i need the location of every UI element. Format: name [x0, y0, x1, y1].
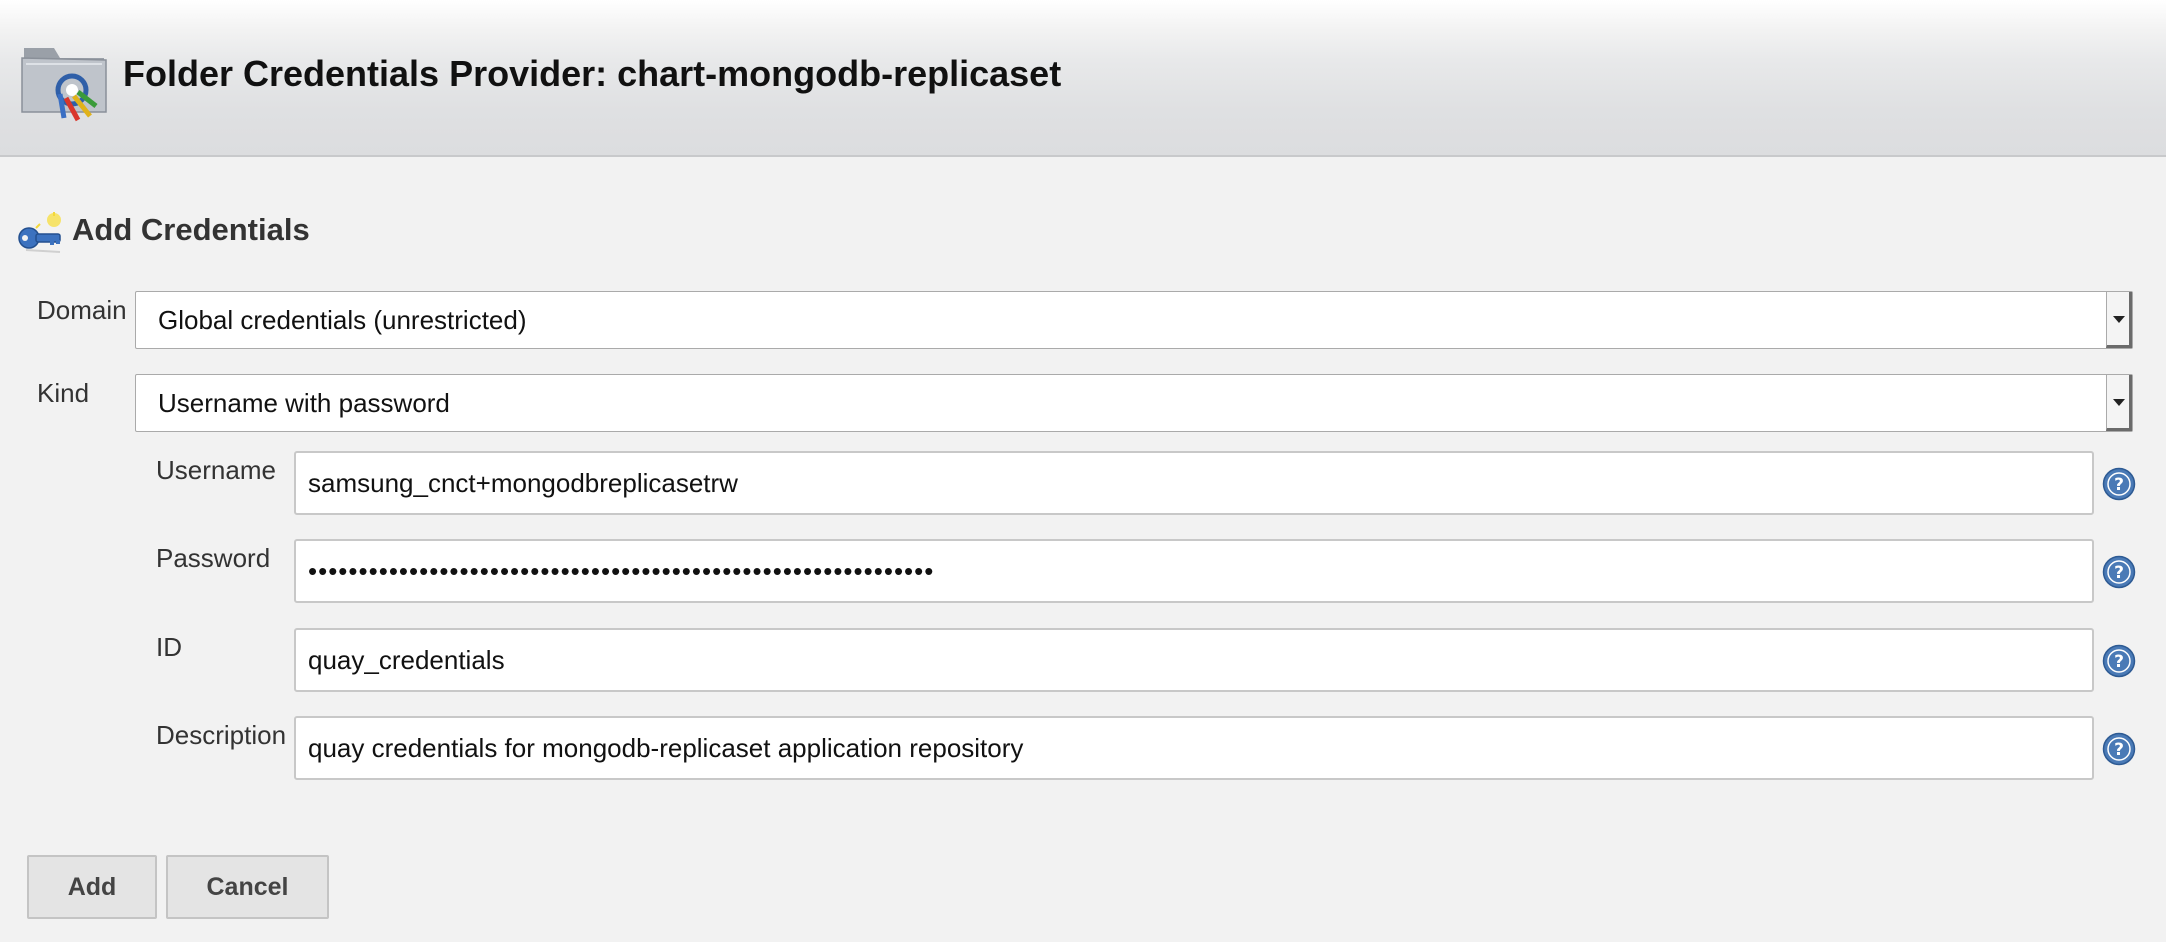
key-icon — [18, 212, 61, 253]
add-button[interactable]: Add — [27, 855, 157, 919]
description-input[interactable] — [294, 716, 2094, 780]
svg-text:?: ? — [2114, 475, 2124, 495]
chevron-down-icon[interactable] — [2106, 375, 2132, 431]
svg-text:?: ? — [2114, 652, 2124, 672]
page-title: Folder Credentials Provider: chart-mongo… — [123, 53, 1062, 94]
folder-credentials-icon — [21, 48, 107, 122]
help-icon[interactable]: ? — [2102, 555, 2136, 589]
svg-text:?: ? — [2114, 563, 2124, 583]
domain-select[interactable]: Global credentials (unrestricted) — [135, 291, 2133, 349]
cancel-button[interactable]: Cancel — [166, 855, 329, 919]
section-title: Add Credentials — [72, 212, 310, 247]
chevron-down-icon[interactable] — [2106, 292, 2132, 348]
page-header: Folder Credentials Provider: chart-mongo… — [0, 0, 2166, 157]
domain-label: Domain — [37, 295, 127, 325]
help-icon[interactable]: ? — [2102, 644, 2136, 678]
id-input[interactable] — [294, 628, 2094, 692]
kind-selected-value: Username with password — [158, 388, 450, 418]
description-label: Description — [156, 720, 287, 750]
password-input[interactable] — [294, 539, 2094, 603]
username-label: Username — [156, 455, 276, 485]
help-icon[interactable]: ? — [2102, 467, 2136, 501]
kind-label: Kind — [37, 378, 90, 408]
password-label: Password — [156, 543, 271, 573]
id-label: ID — [156, 632, 182, 662]
username-input[interactable] — [294, 451, 2094, 515]
domain-selected-value: Global credentials (unrestricted) — [158, 305, 527, 335]
help-icon[interactable]: ? — [2102, 732, 2136, 766]
kind-select[interactable]: Username with password — [135, 374, 2133, 432]
svg-text:?: ? — [2114, 740, 2124, 760]
